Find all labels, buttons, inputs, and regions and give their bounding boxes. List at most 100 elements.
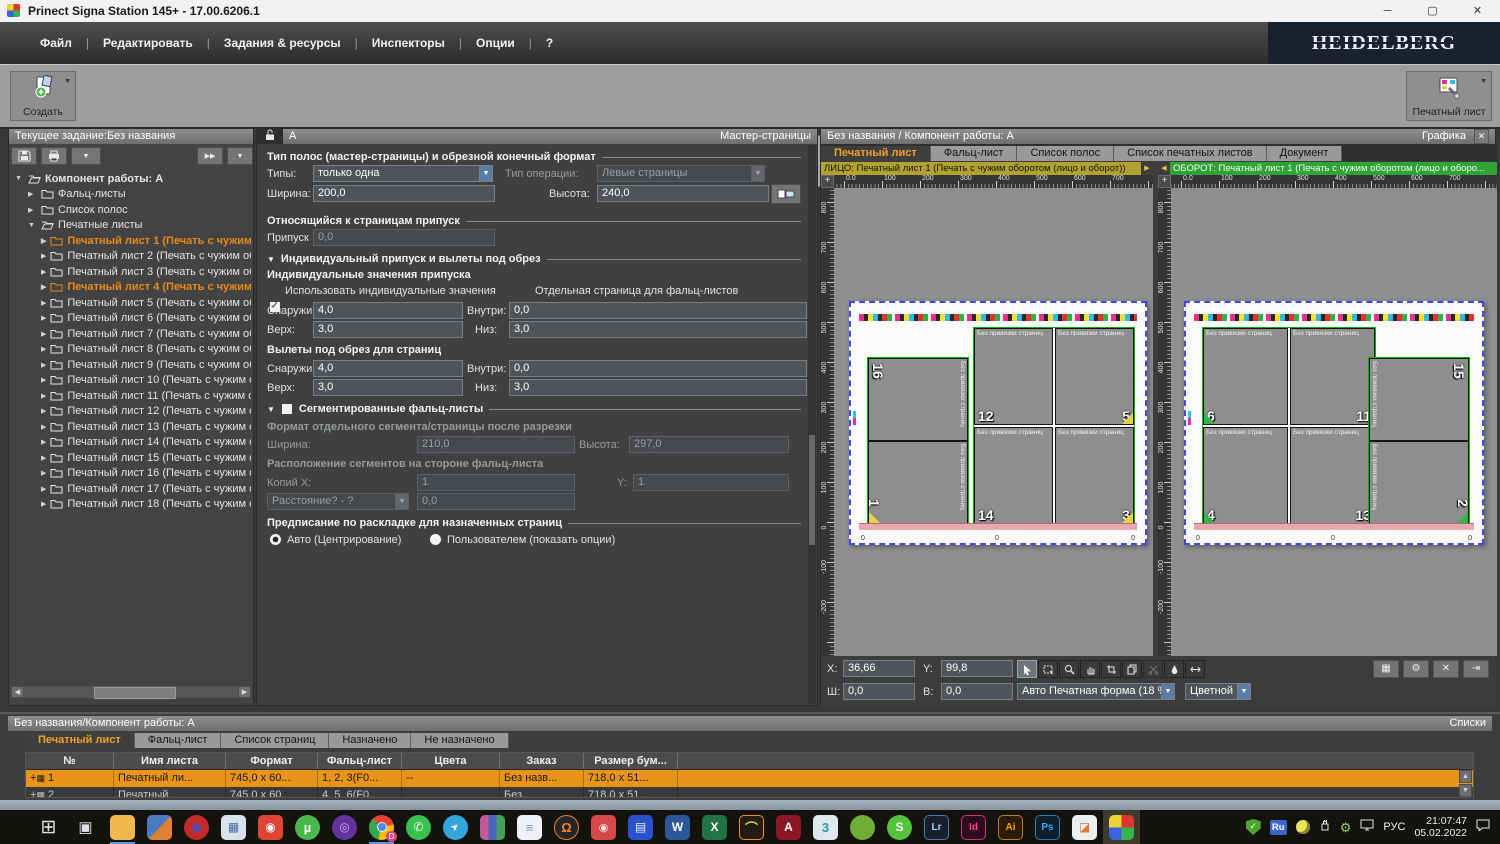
tree-item[interactable]: ▶Печатный лист 9 (Печать с чужим оборото…: [11, 357, 251, 373]
cursor-tool[interactable]: [1017, 660, 1037, 678]
tree-item[interactable]: ▶Печатный лист 15 (Печать с чужим оборот…: [11, 450, 251, 466]
menu-item[interactable]: Опции: [476, 36, 515, 50]
word[interactable]: W: [659, 810, 696, 844]
bleed-top-field[interactable]: 3,0: [313, 379, 463, 396]
hand-tool[interactable]: [1080, 660, 1100, 678]
tree-item[interactable]: ▶Список полос: [11, 202, 251, 218]
scroll-thumb[interactable]: [809, 435, 815, 545]
tree-menu-button[interactable]: ▼: [71, 147, 101, 165]
table-vertical-scrollbar[interactable]: ▲ ▼: [1459, 770, 1472, 798]
page-cell[interactable]: Без привязки страниц11: [1290, 328, 1375, 425]
expand-arrow-icon[interactable]: ▶: [41, 345, 46, 353]
scroll-up-icon[interactable]: ▲: [1459, 770, 1472, 783]
acrobat[interactable]: A: [770, 810, 807, 844]
operation-type-select[interactable]: Левые страницы▼: [597, 165, 765, 182]
section-title-collapsible[interactable]: ▼ Сегментированные фальц-листы: [267, 403, 801, 415]
table-row[interactable]: +▦ 2Печатный...745,0 x 60...4, 5, 6(F0..…: [26, 787, 1473, 798]
menu-item[interactable]: ?: [546, 36, 553, 50]
clock[interactable]: 21:07:4705.02.2022: [1414, 815, 1467, 839]
expand-arrow-icon[interactable]: ▶: [41, 485, 46, 493]
margin-inside-field[interactable]: 0,0: [509, 302, 807, 319]
tree-item[interactable]: ▶Печатный лист 4 (Печать с чужим оборото…: [11, 280, 251, 296]
tray-app-gear-icon[interactable]: ⚙: [1340, 821, 1352, 834]
tab[interactable]: Список страниц: [221, 733, 329, 748]
press-sheet-back[interactable]: Без привязки страниц6Без привязки страни…: [1184, 301, 1484, 545]
tree-item[interactable]: ▼Компонент работы: A: [11, 171, 251, 187]
language-indicator[interactable]: РУС: [1383, 821, 1405, 833]
color-mode-select[interactable]: Цветной▼: [1185, 683, 1251, 700]
ruler-origin-button[interactable]: +: [821, 175, 834, 188]
distance-select[interactable]: Расстояние? - ?▼: [267, 493, 409, 510]
vmware[interactable]: [141, 810, 178, 844]
pane-prev-icon[interactable]: ◀: [1158, 162, 1170, 175]
expand-arrow-icon[interactable]: ▶: [41, 500, 46, 508]
snagit[interactable]: S: [881, 810, 918, 844]
chrome[interactable]: D: [363, 810, 400, 844]
collapse-all-button[interactable]: ▼: [227, 147, 253, 165]
minimize-button[interactable]: ─: [1365, 0, 1410, 22]
expand-arrow-icon[interactable]: ▶: [41, 330, 46, 338]
segmented-checkbox[interactable]: [281, 403, 293, 415]
scroll-left-icon[interactable]: ◀: [11, 686, 24, 698]
prinect-signa-station[interactable]: [1103, 810, 1140, 844]
page-cell[interactable]: Без привязки страниц14: [974, 427, 1053, 524]
sheet-canvas[interactable]: Без привязки страниц16Без привязки стран…: [834, 188, 1153, 656]
swap-dimensions-button[interactable]: [771, 184, 801, 204]
photo-viewer[interactable]: ◪: [1066, 810, 1103, 844]
tree-item[interactable]: ▶Печатный лист 11 (Печать с чужим оборот…: [11, 388, 251, 404]
pages-tool[interactable]: [1122, 660, 1142, 678]
column-header[interactable]: Размер бум...: [584, 753, 678, 769]
media-grabber[interactable]: ⌒: [733, 810, 770, 844]
menu-item[interactable]: Задания & ресурсы: [224, 36, 341, 50]
tree-item[interactable]: ▶Печатный лист 10 (Печать с чужим оборот…: [11, 373, 251, 389]
bleed-bottom-field[interactable]: 3,0: [509, 379, 807, 396]
expand-arrow-icon[interactable]: ▶: [41, 361, 46, 369]
page-cell[interactable]: Без привязки страниц5: [1055, 328, 1134, 425]
tab[interactable]: Печатный лист: [821, 146, 931, 161]
seg-height-field[interactable]: 297,0: [629, 436, 789, 453]
press-sheet-front[interactable]: Без привязки страниц16Без привязки стран…: [849, 301, 1147, 545]
screenshot-tool[interactable]: ◉: [585, 810, 622, 844]
margin-bottom-field[interactable]: 3,0: [509, 321, 807, 338]
lightroom[interactable]: Lr: [918, 810, 955, 844]
maximize-button[interactable]: ▢: [1410, 0, 1455, 22]
tree-item[interactable]: ▶Печатный лист 1 (Печать с чужим оборото…: [11, 233, 251, 249]
chevron-down-icon[interactable]: ▼: [479, 165, 493, 182]
expand-arrow-icon[interactable]: ▶: [28, 206, 37, 214]
notifications-icon[interactable]: [1476, 818, 1490, 836]
column-header[interactable]: Фальц-лист: [318, 753, 402, 769]
close-panel-icon[interactable]: ✕: [1474, 129, 1489, 144]
crop-tool[interactable]: [1101, 660, 1121, 678]
winrar[interactable]: [474, 810, 511, 844]
tree-item[interactable]: ▶Печатный лист 12 (Печать с чужим оборот…: [11, 404, 251, 420]
page-cell-rotated[interactable]: Без привязки страниц1: [868, 441, 968, 524]
close-button[interactable]: ✕: [1455, 0, 1500, 22]
page-cell[interactable]: Без привязки страниц3: [1055, 427, 1134, 524]
page-cell[interactable]: Без привязки страниц6: [1203, 328, 1288, 425]
tree-item[interactable]: ▶Печатный лист 2 (Печать с чужим оборото…: [11, 249, 251, 265]
menu-item[interactable]: Файл: [40, 36, 72, 50]
menu-item[interactable]: Инспекторы: [372, 36, 445, 50]
tab[interactable]: Фальц-лист: [135, 733, 222, 748]
print-sheet-mode-button[interactable]: ▼ Печатный лист: [1406, 71, 1492, 121]
column-header[interactable]: №: [26, 753, 114, 769]
clear-marks-button[interactable]: ✕: [1433, 660, 1459, 678]
chevron-down-icon[interactable]: ▼: [64, 78, 71, 85]
page-cell-rotated[interactable]: Без привязки страниц15: [1369, 358, 1469, 441]
expand-arrow-icon[interactable]: ▶: [41, 268, 46, 276]
zoom-tool[interactable]: [1059, 660, 1079, 678]
distance-field[interactable]: 0,0: [417, 493, 575, 510]
expand-arrow-icon[interactable]: ▶: [41, 423, 46, 431]
media-player[interactable]: ◉: [178, 810, 215, 844]
copies-y-field[interactable]: 1: [633, 474, 789, 491]
form-vertical-scrollbar[interactable]: [808, 145, 816, 704]
chevron-down-icon[interactable]: ▼: [1161, 683, 1175, 700]
network-monitor-icon[interactable]: [1360, 818, 1374, 836]
save-button[interactable]: [11, 147, 37, 165]
preview-table-button[interactable]: ▦: [1373, 660, 1399, 678]
usb-icon[interactable]: [1319, 818, 1331, 836]
width-field[interactable]: 200,0: [313, 185, 495, 202]
expand-arrow-icon[interactable]: ▶: [41, 314, 46, 322]
table-row[interactable]: +▦ 1Печатный ли...745,0 x 60...1, 2, 3(F…: [26, 770, 1473, 787]
seg-width-field[interactable]: 210,0: [417, 436, 575, 453]
